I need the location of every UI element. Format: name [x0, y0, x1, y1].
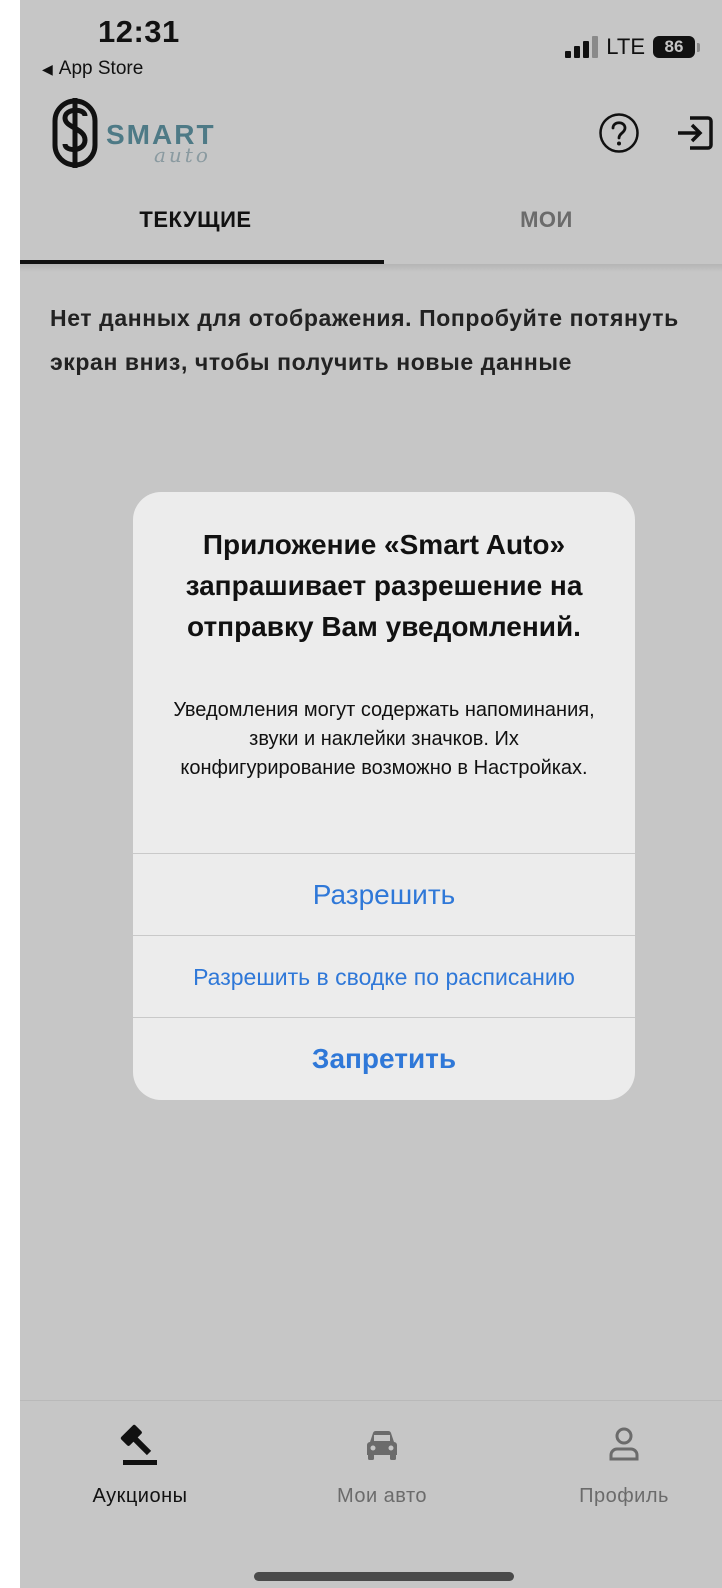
- nav-label-auctions: Аукционы: [92, 1485, 188, 1507]
- logo-mark-icon: [52, 98, 98, 168]
- allow-in-summary-button[interactable]: Разрешить в сводке по расписанию: [133, 935, 635, 1018]
- person-icon: [609, 1427, 639, 1461]
- nav-label-profile: Профиль: [579, 1485, 669, 1507]
- empty-state-message: Нет данных для отображения. Попробуйте п…: [50, 305, 679, 375]
- smart-auto-logo: SMART auto: [52, 98, 236, 168]
- allow-button[interactable]: Разрешить: [133, 853, 635, 936]
- network-type: LTE: [606, 34, 645, 59]
- question-circle-icon: [599, 113, 639, 153]
- dialog-title: Приложение «Smart Auto» запрашивает разр…: [185, 529, 583, 642]
- battery-icon: 86: [653, 36, 700, 58]
- help-button[interactable]: [598, 112, 640, 154]
- battery-level: 86: [653, 36, 695, 58]
- signal-icon: [565, 36, 599, 58]
- status-time: 12:31: [98, 14, 180, 49]
- gavel-icon: [120, 1424, 157, 1465]
- logo-subtext: auto: [154, 143, 211, 167]
- nav-item-auctions[interactable]: Аукционы: [40, 1419, 240, 1508]
- status-indicators: LTE 86: [565, 34, 700, 60]
- nav-label-my-cars: Мои авто: [336, 1485, 428, 1507]
- tab-mine[interactable]: МОИ: [371, 176, 722, 264]
- deny-button[interactable]: Запретить: [133, 1017, 635, 1100]
- back-triangle-icon: ◀: [42, 60, 53, 77]
- tab-bar: ТЕКУЩИЕ МОИ: [20, 176, 722, 264]
- logout-icon: [678, 116, 713, 150]
- bottom-navigation: Аукционы Мои авто Профиль: [20, 1400, 722, 1588]
- logout-button[interactable]: [674, 112, 716, 154]
- back-to-app-store[interactable]: ◀ App Store: [42, 58, 143, 80]
- notification-permission-dialog: Приложение «Smart Auto» запрашивает разр…: [133, 492, 635, 1100]
- home-indicator[interactable]: [254, 1572, 514, 1581]
- tab-bar-shadow: [20, 264, 722, 272]
- tab-current[interactable]: ТЕКУЩИЕ: [20, 176, 371, 264]
- nav-item-profile[interactable]: Профиль: [524, 1419, 722, 1508]
- car-icon: [367, 1430, 397, 1460]
- back-app-label: App Store: [58, 58, 144, 79]
- nav-item-my-cars[interactable]: Мои авто: [282, 1419, 482, 1508]
- app-screen: 12:31 ◀ App Store LTE 86 SMART auto ТЕКУ…: [20, 0, 722, 1588]
- dialog-message: Уведомления могут содержать напоминания,…: [173, 699, 595, 779]
